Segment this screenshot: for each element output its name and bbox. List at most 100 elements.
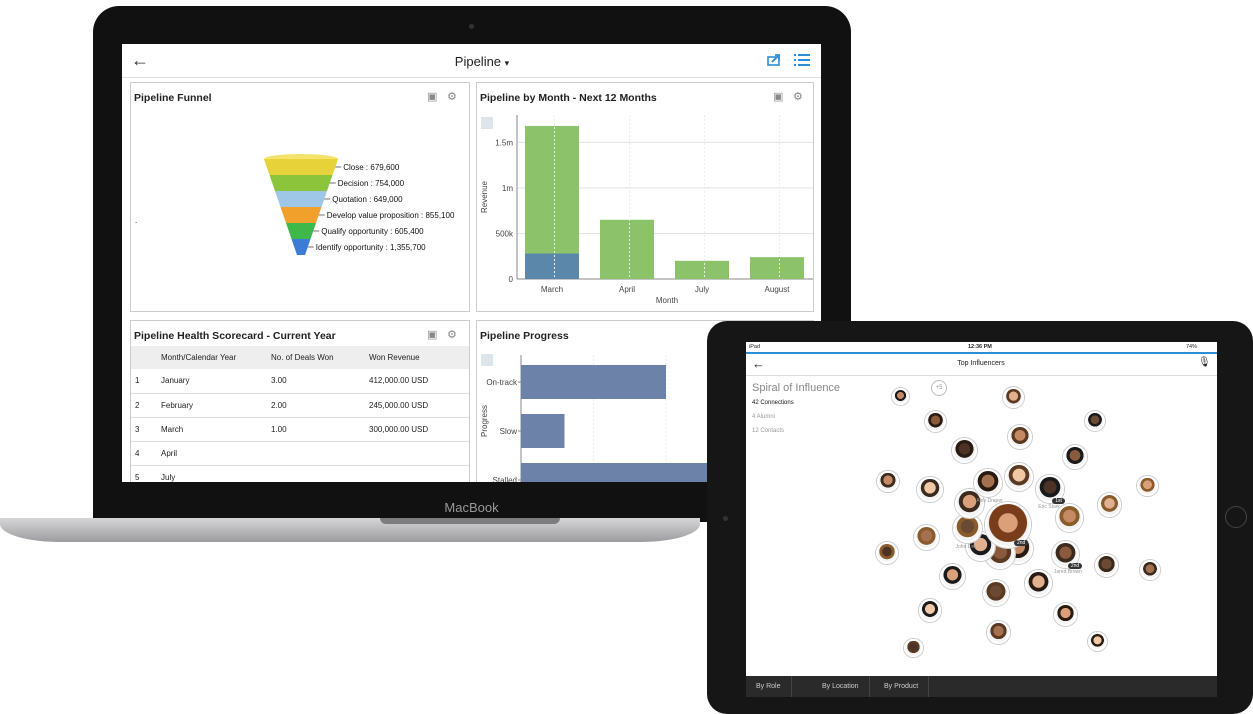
avatar-name-label: John Lim (955, 543, 976, 550)
row-revenue (365, 441, 469, 466)
avatar[interactable] (924, 410, 946, 433)
tab-by-product[interactable]: By Product (874, 676, 930, 697)
spiral-graph: John Lim Alex Draper Eric Stark 1st Jared Br… (746, 342, 1217, 676)
legend-swatch (481, 354, 493, 366)
tablet-camera (723, 516, 728, 521)
avatar[interactable] (904, 638, 924, 658)
bar (525, 125, 579, 254)
avatar[interactable] (1097, 493, 1122, 518)
avatar[interactable] (952, 438, 978, 463)
gear-icon[interactable]: ⚙ (447, 330, 458, 341)
avatar-name-label: Eric Stark (1038, 503, 1060, 510)
avatar[interactable] (877, 470, 899, 493)
connection-degree-badge: 2nd (1067, 562, 1083, 569)
center-degree-badge: 2nd (1014, 540, 1029, 546)
x-axis-label: Month (656, 296, 678, 305)
funnel-label: Qualify opportunity : 605,400 (321, 227, 424, 236)
y-tick-label: 500k (496, 229, 514, 238)
scorecard-table: Month/Calendar Year No. of Deals Won Won… (131, 346, 469, 482)
y-axis-label: Revenue (480, 180, 489, 213)
page-title[interactable]: Pipeline ▾ (422, 54, 542, 69)
row-revenue (365, 465, 469, 482)
tablet-tabbar: By Role By Location By Product (746, 676, 1217, 697)
funnel-segment (286, 223, 316, 239)
y-tick-label: Slow (500, 427, 518, 436)
header-month[interactable]: Month/Calendar Year (157, 346, 267, 369)
row-deals: 3.00 (267, 369, 365, 394)
avatar[interactable] (1005, 462, 1033, 491)
legend-swatch (481, 117, 493, 129)
avatar[interactable] (876, 542, 899, 565)
funnel-segment (275, 191, 327, 207)
avatar[interactable] (917, 476, 943, 503)
page-title-text: Pipeline (454, 54, 502, 69)
row-index: 3 (131, 417, 157, 442)
avatar[interactable] (1053, 602, 1077, 626)
tab-by-role[interactable]: By Role (746, 676, 792, 697)
avatar[interactable] (913, 524, 940, 551)
header-deals[interactable]: No. of Deals Won (267, 346, 365, 369)
bymonth-chart: 0 500k 1m 1.5m March April July August Month Reve… (480, 115, 813, 305)
avatar[interactable] (953, 513, 982, 543)
tab-by-location[interactable]: By Location (812, 676, 870, 697)
table-row[interactable]: 2 February 2.00 245,000.00 USD (131, 393, 469, 418)
x-tick-label: August (765, 285, 791, 294)
funnel-segment (264, 159, 338, 175)
y-axis-label: Progress (480, 405, 489, 437)
table-row[interactable]: 5 July (131, 465, 469, 482)
avatar[interactable] (1139, 560, 1160, 581)
table-header-row: Month/Calendar Year No. of Deals Won Won… (131, 346, 469, 369)
table-row[interactable]: 1 January 3.00 412,000.00 USD (131, 369, 469, 394)
back-arrow-icon[interactable]: ← (131, 50, 149, 71)
avatar[interactable] (1025, 570, 1052, 597)
avatar[interactable] (1137, 476, 1158, 497)
avatar[interactable] (1095, 553, 1119, 577)
table-row[interactable]: 4 April (131, 441, 469, 466)
laptop-base (0, 518, 700, 542)
funnel-panel: Pipeline Funnel ▣ ⚙ Close : 679,600 Decis… (130, 82, 470, 312)
avatar[interactable] (891, 387, 910, 406)
row-month: March (157, 417, 267, 442)
row-index: 4 (131, 441, 157, 466)
header-revenue[interactable]: Won Revenue (365, 346, 469, 369)
row-month: February (157, 393, 267, 418)
avatar[interactable] (982, 579, 1009, 607)
avatar[interactable] (919, 599, 942, 622)
camera (469, 24, 474, 29)
avatar[interactable] (1007, 424, 1032, 450)
avatar[interactable] (1003, 387, 1025, 408)
expand-icon[interactable]: ▣ (427, 330, 438, 341)
bar (521, 414, 565, 448)
avatar[interactable] (1063, 444, 1088, 470)
scorecard-panel: Pipeline Health Scorecard - Current Year… (130, 320, 470, 482)
row-revenue: 300,000.00 USD (365, 417, 469, 442)
bymonth-panel: Pipeline by Month - Next 12 Months ▣ ⚙ 0… (476, 82, 814, 312)
bar (675, 260, 729, 279)
laptop-notch (380, 518, 560, 524)
bar (525, 253, 579, 279)
y-tick-label: Stalled (493, 476, 517, 482)
row-month: April (157, 441, 267, 466)
avatar[interactable] (1055, 504, 1083, 532)
avatar[interactable] (987, 621, 1010, 644)
avatar[interactable] (1084, 410, 1106, 432)
funnel-segment (269, 175, 333, 191)
row-revenue: 245,000.00 USD (365, 393, 469, 418)
y-tick-label: On-track (486, 378, 518, 387)
bar (521, 463, 724, 482)
share-icon[interactable] (767, 53, 782, 66)
avatar[interactable] (1087, 631, 1108, 652)
x-tick-label: July (695, 285, 709, 294)
x-tick-label: March (541, 285, 563, 294)
bar (600, 219, 654, 279)
table-row[interactable]: 3 March 1.00 300,000.00 USD (131, 417, 469, 442)
home-button[interactable] (1225, 506, 1247, 528)
row-deals: 1.00 (267, 417, 365, 442)
avatar[interactable] (939, 563, 966, 590)
funnel-label: Decision : 754,000 (338, 179, 405, 188)
list-icon[interactable] (794, 53, 810, 66)
avatar[interactable] (974, 469, 1003, 498)
avatar-name-label: Jared Brown (1053, 568, 1082, 575)
row-revenue: 412,000.00 USD (365, 369, 469, 394)
row-month: July (157, 465, 267, 482)
